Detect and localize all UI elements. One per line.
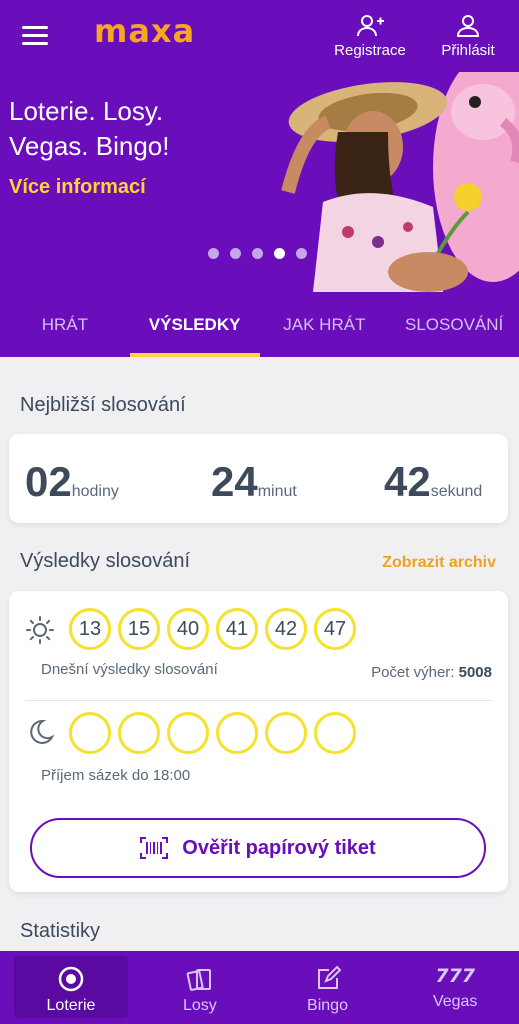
moon-icon: [30, 719, 55, 744]
results-title: Výsledky slosování: [20, 550, 191, 572]
seconds-value: 42: [384, 458, 431, 505]
carousel-dot[interactable]: [252, 248, 263, 259]
minutes-unit: minut: [257, 483, 297, 500]
number-ball: 40: [167, 608, 209, 650]
nav-losy[interactable]: Losy: [136, 951, 264, 1024]
nav-losy-label: Losy: [182, 997, 217, 1014]
empty-number-ball: [118, 712, 160, 754]
hero-woman-flamingo-image: [268, 72, 519, 292]
nav-vegas[interactable]: 777 Vegas: [391, 951, 519, 1024]
tab-hrat[interactable]: HRÁT: [0, 292, 130, 357]
verify-paper-ticket-button[interactable]: Ověřit papírový tiket: [30, 818, 486, 878]
number-ball: 13: [69, 608, 111, 650]
show-archive-link[interactable]: Zobrazit archiv: [382, 554, 496, 572]
countdown-seconds: 42sekund: [384, 458, 482, 506]
wins-value: 5008: [458, 664, 492, 681]
number-ball: 41: [216, 608, 258, 650]
barcode-scan-icon: [140, 837, 169, 859]
carousel-dots: [208, 248, 307, 259]
nav-bingo[interactable]: Bingo: [264, 951, 392, 1024]
evening-results-balls: [69, 712, 356, 754]
countdown-minutes: 24minut: [211, 458, 297, 506]
verify-button-label: Ověřit papírový tiket: [182, 836, 376, 859]
top-bar: maxa Registrace Přihlásit: [0, 0, 519, 72]
nav-bingo-label: Bingo: [307, 997, 348, 1014]
number-ball: 42: [265, 608, 307, 650]
empty-number-ball: [69, 712, 111, 754]
empty-number-ball: [216, 712, 258, 754]
day-results-caption: Dnešní výsledky slosování: [41, 661, 218, 678]
lottery-ball-icon: [58, 966, 84, 992]
next-draw-title: Nejbližší slosování: [20, 394, 186, 416]
carousel-dot[interactable]: [208, 248, 219, 259]
register-button[interactable]: Registrace: [330, 14, 410, 59]
nav-loterie[interactable]: Loterie: [14, 956, 128, 1018]
carousel-dot-active[interactable]: [274, 248, 285, 259]
add-user-icon: [357, 15, 384, 37]
bottom-navigation: Loterie Losy Bingo 777 Vegas: [0, 951, 519, 1024]
login-button[interactable]: Přihlásit: [434, 14, 502, 59]
results-card: 13 15 40 41 42 47 Dnešní výsledky slosov…: [9, 591, 508, 892]
nav-loterie-label: Loterie: [46, 997, 96, 1014]
hero-title: Loterie. Losy. Vegas. Bingo!: [9, 94, 169, 164]
empty-number-ball: [167, 712, 209, 754]
empty-number-ball: [265, 712, 307, 754]
maxa-logo[interactable]: maxa: [94, 12, 195, 50]
carousel-dot[interactable]: [296, 248, 307, 259]
hero-title-line-2: Vegas. Bingo!: [9, 131, 170, 161]
register-label: Registrace: [334, 42, 406, 59]
carousel-dot[interactable]: [230, 248, 241, 259]
number-ball: 15: [118, 608, 160, 650]
hero-title-line-1: Loterie. Losy.: [9, 96, 164, 126]
number-ball: 47: [314, 608, 356, 650]
bets-accepted-caption: Příjem sázek do 18:00: [41, 767, 191, 784]
tab-jak-hrat[interactable]: JAK HRÁT: [260, 292, 390, 357]
scratch-tickets-icon: [186, 969, 211, 991]
statistics-title: Statistiky: [20, 920, 101, 942]
seconds-unit: sekund: [430, 483, 483, 500]
countdown-card: 02hodiny 24minut 42sekund: [9, 434, 508, 523]
login-label: Přihlásit: [441, 42, 495, 59]
777-slots-icon: 777: [435, 965, 476, 987]
hours-value: 02: [25, 458, 72, 505]
nav-vegas-label: Vegas: [432, 993, 478, 1010]
divider: [25, 700, 492, 701]
day-results-balls: 13 15 40 41 42 47: [69, 608, 356, 650]
user-icon: [456, 15, 480, 37]
bingo-pencil-icon: [317, 965, 341, 989]
tab-slosovani[interactable]: SLOSOVÁNÍ: [389, 292, 519, 357]
hamburger-menu-icon[interactable]: [22, 26, 48, 46]
sun-icon: [26, 616, 54, 644]
wins-label: Počet výher:: [371, 664, 455, 681]
countdown-hours: 02hodiny: [25, 458, 119, 506]
empty-number-ball: [314, 712, 356, 754]
hours-unit: hodiny: [71, 483, 119, 500]
tab-bar: HRÁT VÝSLEDKY JAK HRÁT SLOSOVÁNÍ: [0, 292, 519, 357]
wins-count: Počet výher: 5008: [371, 664, 492, 681]
minutes-value: 24: [211, 458, 258, 505]
more-info-link[interactable]: Více informací: [9, 176, 146, 199]
tab-vysledky[interactable]: VÝSLEDKY: [129, 292, 260, 357]
hero-banner[interactable]: Loterie. Losy. Vegas. Bingo! Více inform…: [0, 72, 519, 292]
